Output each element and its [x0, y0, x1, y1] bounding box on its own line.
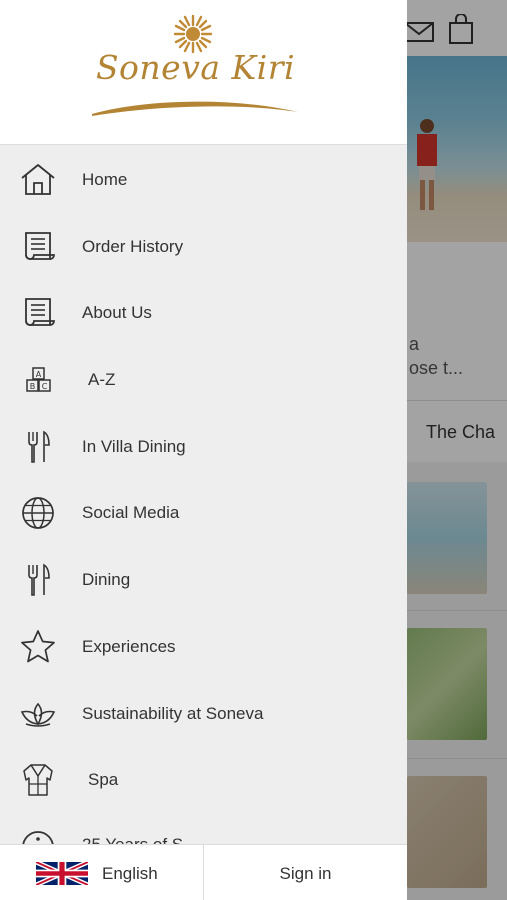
star-icon	[18, 627, 58, 667]
menu-item-a-z[interactable]: A B C A-Z	[0, 346, 407, 413]
menu-item-home[interactable]: Home	[0, 146, 407, 213]
abc-blocks-icon: A B C	[18, 360, 58, 400]
menu-item-label: Dining	[82, 570, 131, 590]
menu-item-label: Spa	[88, 770, 119, 790]
fork-knife-icon	[18, 427, 58, 467]
robe-icon	[18, 760, 58, 800]
menu-item-in-villa-dining[interactable]: In Villa Dining	[0, 413, 407, 480]
svg-text:B: B	[30, 382, 36, 391]
soneva-kiri-logo: Soneva Kiri	[88, 10, 303, 122]
navigation-drawer: Soneva Kiri Home Order History About Us …	[0, 0, 407, 900]
receipt-icon	[18, 227, 58, 267]
drawer-header: Soneva Kiri	[0, 0, 407, 145]
sign-in-label: Sign in	[279, 864, 332, 883]
sign-in-button[interactable]: Sign in	[204, 845, 407, 900]
menu-item-spa[interactable]: Spa	[0, 746, 407, 813]
menu-item-label: About Us	[82, 303, 152, 323]
svg-text:A: A	[36, 370, 42, 379]
menu-item-label: Home	[82, 170, 128, 189]
logo-swoosh	[92, 101, 298, 116]
uk-flag-icon	[36, 862, 88, 885]
language-label: English	[102, 864, 158, 883]
menu-item-experiences[interactable]: Experiences	[0, 613, 407, 680]
language-button[interactable]: English	[0, 845, 204, 900]
menu-item-order-history[interactable]: Order History	[0, 213, 407, 280]
menu-item-sustainability[interactable]: Sustainability at Soneva	[0, 680, 407, 747]
menu-item-dining[interactable]: Dining	[0, 546, 407, 613]
svg-text:C: C	[42, 382, 48, 391]
drawer-footer: English Sign in	[0, 844, 407, 900]
menu-item-about-us[interactable]: About Us	[0, 279, 407, 346]
menu-item-label: Experiences	[82, 636, 176, 656]
document-icon	[18, 293, 58, 333]
menu-item-label: Sustainability at Soneva	[82, 703, 264, 723]
fork-knife-icon	[18, 560, 58, 600]
lotus-icon	[18, 694, 58, 734]
globe-icon	[18, 493, 58, 533]
menu-item-label: A-Z	[88, 370, 116, 390]
menu-item-label: Social Media	[82, 503, 180, 523]
home-icon	[18, 160, 58, 200]
menu-item-label: In Villa Dining	[82, 436, 186, 456]
logo-text: Soneva Kiri	[95, 48, 296, 87]
drawer-menu: Home Order History About Us A B C A-Z In…	[0, 146, 407, 880]
menu-item-social-media[interactable]: Social Media	[0, 479, 407, 546]
menu-item-label: Order History	[82, 236, 184, 256]
